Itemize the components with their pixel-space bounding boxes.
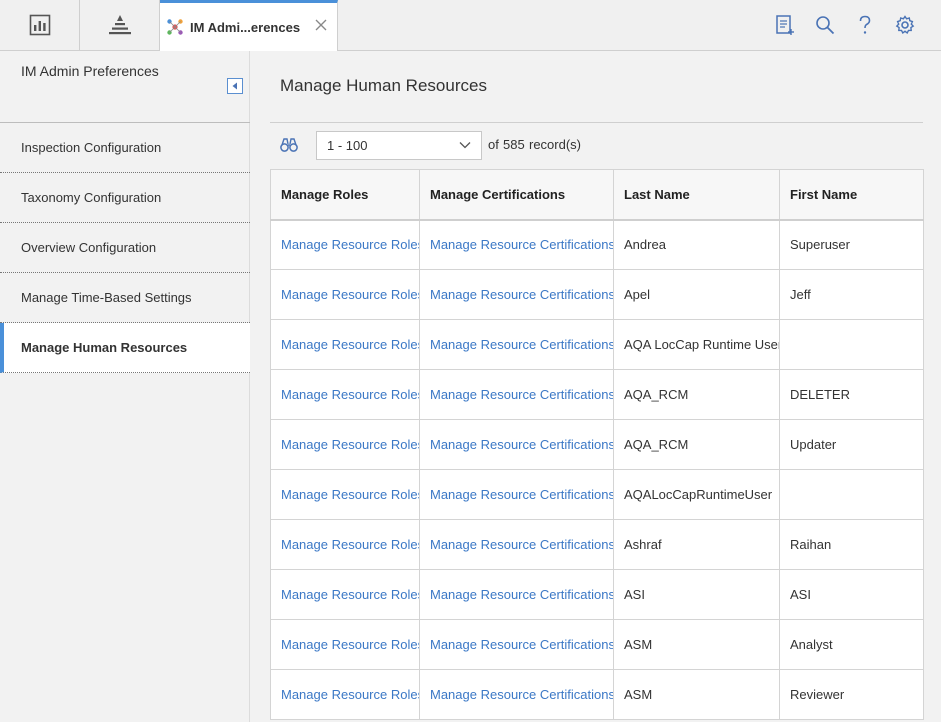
manage-resource-certifications-link[interactable]: Manage Resource Certifications [419,519,614,570]
help-icon [859,15,871,34]
last-name-cell: AQA_RCM [613,369,780,420]
manage-resource-roles-link[interactable]: Manage Resource Roles [270,319,420,370]
manage-resource-certifications-link[interactable]: Manage Resource Certifications [419,569,614,620]
notes-button[interactable] [774,14,796,36]
strategy-pyramid-icon [108,15,131,35]
pager-of-label: of [488,137,499,152]
hub-icon [167,19,183,35]
manage-resource-roles-link[interactable]: Manage Resource Roles [270,369,420,420]
first-name-cell: Reviewer [779,669,924,720]
first-name-cell [779,319,924,370]
column-header-first-name[interactable]: First Name [779,169,924,221]
table-row: Manage Resource Roles Manage Resource Ce… [270,619,924,670]
manage-resource-certifications-link[interactable]: Manage Resource Certifications [419,619,614,670]
first-name-cell: DELETER [779,369,924,420]
manage-resource-roles-link[interactable]: Manage Resource Roles [270,219,420,270]
tab-label: IM Admi...erences [190,19,301,35]
search-icon [816,16,835,35]
first-name-cell: Jeff [779,269,924,320]
settings-button[interactable] [894,14,916,36]
nav-item-manage-time-based-settings[interactable]: Manage Time-Based Settings [0,273,250,323]
notes-icon [776,15,794,35]
strategy-tab[interactable] [80,0,160,50]
table-row: Manage Resource Roles Manage Resource Ce… [270,519,924,570]
chevron-left-icon [232,82,237,90]
manage-resource-roles-link[interactable]: Manage Resource Roles [270,619,420,670]
manage-resource-roles-link[interactable]: Manage Resource Roles [270,569,420,620]
last-name-cell: Ashraf [613,519,780,570]
reports-icon [29,14,50,36]
column-header-last-name[interactable]: Last Name [613,169,780,221]
manage-resource-certifications-link[interactable]: Manage Resource Certifications [419,419,614,470]
manage-resource-roles-link[interactable]: Manage Resource Roles [270,469,420,520]
first-name-cell: Updater [779,419,924,470]
record-count: 585 [503,137,525,152]
table-row: Manage Resource Roles Manage Resource Ce… [270,669,924,720]
last-name-cell: Andrea [613,219,780,270]
top-bar: IM Admi...erences [0,0,941,51]
manage-resource-certifications-link[interactable]: Manage Resource Certifications [419,269,614,320]
table-row: Manage Resource Roles Manage Resource Ce… [270,469,924,520]
last-name-cell: Apel [613,269,780,320]
close-tab-button[interactable] [313,17,329,33]
first-name-cell: Raihan [779,519,924,570]
last-name-cell: AQA LocCap Runtime User [613,319,780,370]
last-name-cell: ASM [613,619,780,670]
chevron-down-icon [459,142,471,149]
first-name-cell: ASI [779,569,924,620]
help-button[interactable] [854,14,876,36]
nav-item-manage-human-resources[interactable]: Manage Human Resources [0,323,250,373]
nav-item-inspection-configuration[interactable]: Inspection Configuration [0,123,250,173]
panel-title: IM Admin Preferences [21,63,159,79]
tab-im-admin-preferences[interactable]: IM Admi...erences [160,0,338,51]
collapse-panel-button[interactable] [227,78,243,94]
column-header-manage-roles[interactable]: Manage Roles [270,169,420,221]
gear-icon [895,15,915,34]
column-header-manage-certifications[interactable]: Manage Certifications [419,169,614,221]
first-name-cell [779,469,924,520]
close-icon [315,19,327,31]
records-label: record(s) [529,137,582,152]
page-range-select[interactable]: 1 - 100 [316,131,482,160]
table-row: Manage Resource Roles Manage Resource Ce… [270,219,924,270]
nav-item-taxonomy-configuration[interactable]: Taxonomy Configuration [0,173,250,223]
page-title: Manage Human Resources [280,76,487,95]
search-button[interactable] [814,14,836,36]
table-row: Manage Resource Roles Manage Resource Ce… [270,269,924,320]
table-row: Manage Resource Roles Manage Resource Ce… [270,369,924,420]
manage-resource-certifications-link[interactable]: Manage Resource Certifications [419,369,614,420]
main-content: Manage Human Resources 1 - 100 of 585 re… [251,51,941,722]
table-row: Manage Resource Roles Manage Resource Ce… [270,319,924,370]
nav-item-overview-configuration[interactable]: Overview Configuration [0,223,250,273]
left-panel: IM Admin Preferences Inspection Configur… [0,51,250,722]
manage-resource-roles-link[interactable]: Manage Resource Roles [270,669,420,720]
manage-resource-roles-link[interactable]: Manage Resource Roles [270,269,420,320]
binoculars-icon[interactable] [280,137,298,153]
nav-list: Inspection Configuration Taxonomy Config… [0,122,250,373]
table-header-row: Manage Roles Manage Certifications Last … [270,169,924,221]
manage-resource-roles-link[interactable]: Manage Resource Roles [270,519,420,570]
manage-resource-certifications-link[interactable]: Manage Resource Certifications [419,669,614,720]
reports-tab[interactable] [0,0,80,50]
manage-resource-certifications-link[interactable]: Manage Resource Certifications [419,469,614,520]
last-name-cell: ASI [613,569,780,620]
resources-table: Manage Roles Manage Certifications Last … [270,169,924,720]
table-row: Manage Resource Roles Manage Resource Ce… [270,419,924,470]
first-name-cell: Analyst [779,619,924,670]
manage-resource-roles-link[interactable]: Manage Resource Roles [270,419,420,470]
last-name-cell: ASM [613,669,780,720]
page-range-value: 1 - 100 [327,138,368,153]
divider [270,122,923,123]
table-row: Manage Resource Roles Manage Resource Ce… [270,569,924,620]
manage-resource-certifications-link[interactable]: Manage Resource Certifications [419,319,614,370]
last-name-cell: AQALocCapRuntimeUser [613,469,780,520]
last-name-cell: AQA_RCM [613,419,780,470]
first-name-cell: Superuser [779,219,924,270]
manage-resource-certifications-link[interactable]: Manage Resource Certifications [419,219,614,270]
